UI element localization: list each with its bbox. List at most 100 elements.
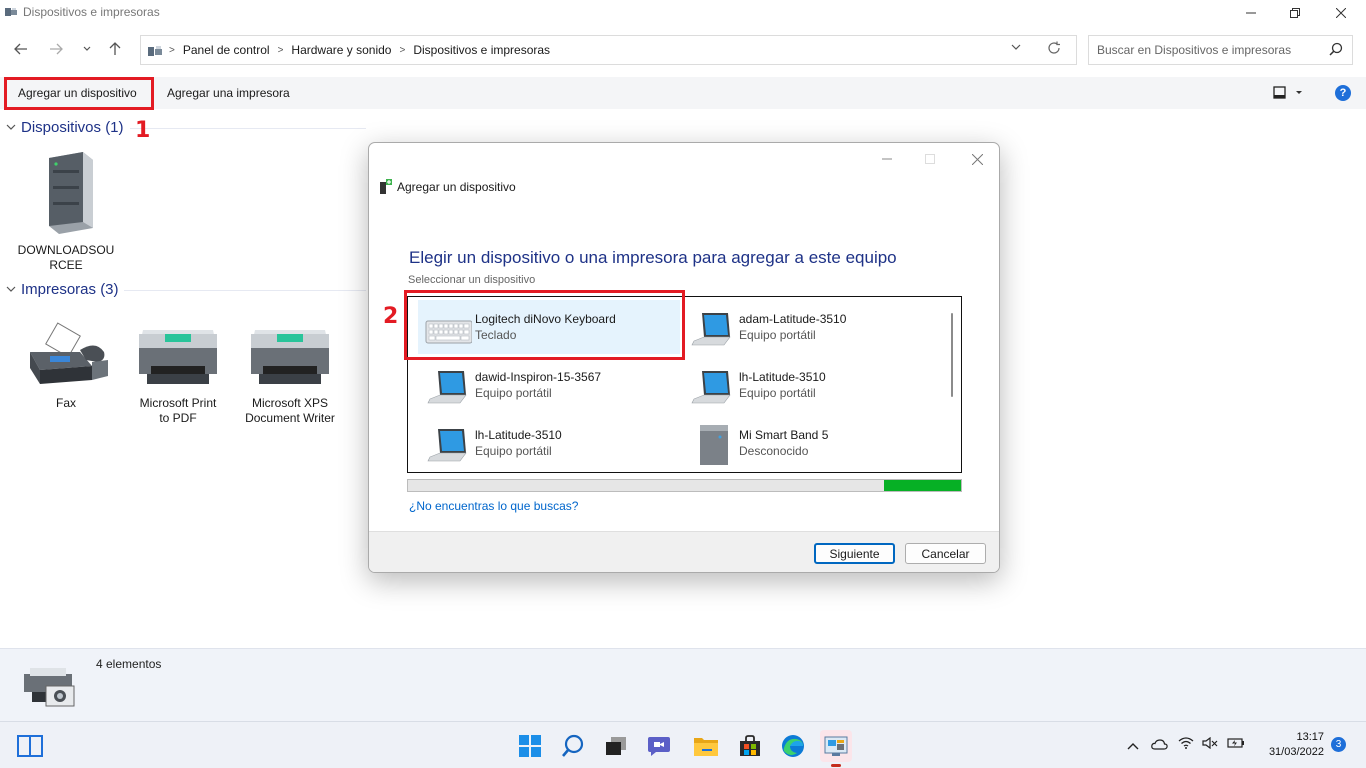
device-item-computer[interactable]: DOWNLOADSOU RCEE — [16, 150, 116, 273]
notification-badge[interactable]: 3 — [1331, 737, 1346, 752]
printer-label-line1: Fax — [55, 396, 76, 410]
chevron-down-icon — [1011, 44, 1021, 50]
printer-label-line1: Microsoft XPS — [251, 396, 329, 410]
dialog-footer: Siguiente Cancelar — [369, 531, 999, 572]
start-icon — [519, 735, 541, 757]
file-explorer-button[interactable] — [690, 730, 722, 762]
dialog-maximize-button[interactable] — [918, 149, 942, 169]
printer-item-xps-writer[interactable]: Microsoft XPS Document Writer — [240, 322, 340, 426]
back-arrow-icon — [14, 43, 27, 55]
printer-icon — [251, 330, 329, 384]
devices-group-header[interactable]: Dispositivos (1) — [6, 119, 124, 136]
chevron-down-icon — [6, 124, 16, 130]
list-scrollbar[interactable] — [951, 313, 953, 397]
group-divider — [130, 128, 366, 129]
breadcrumb-devices-printers[interactable]: Dispositivos e impresoras — [413, 43, 550, 57]
search-icon[interactable] — [1329, 42, 1343, 59]
address-history-button[interactable] — [1011, 42, 1021, 54]
printer-icon — [139, 330, 217, 384]
task-view-icon — [606, 737, 626, 755]
search-box[interactable] — [1088, 35, 1353, 65]
taskbar-layout-icon — [17, 735, 43, 757]
window-title: Dispositivos e impresoras — [23, 5, 160, 19]
dialog-close-button[interactable] — [965, 149, 989, 169]
search-icon — [562, 734, 584, 757]
forward-arrow-icon — [50, 43, 63, 55]
forward-button[interactable] — [45, 39, 67, 59]
view-options-icon — [1273, 86, 1302, 99]
chevron-up-icon — [1127, 743, 1139, 750]
command-bar: Agregar un dispositivo Agregar una impre… — [0, 77, 1366, 109]
chevron-down-icon — [6, 286, 16, 292]
store-button[interactable] — [734, 730, 766, 762]
printers-group-header[interactable]: Impresoras (3) — [6, 281, 119, 298]
device-type: Equipo portátil — [475, 386, 552, 400]
minimize-button[interactable] — [1228, 0, 1274, 26]
progress-fill — [883, 480, 961, 491]
battery-icon — [1227, 738, 1244, 748]
search-progress-bar — [407, 479, 962, 492]
item-count: 4 elementos — [96, 657, 162, 671]
dialog-title: Agregar un dispositivo — [397, 180, 516, 194]
printer-item-fax[interactable]: Fax — [16, 322, 116, 411]
minimize-icon — [882, 158, 892, 160]
wifi-button[interactable] — [1178, 736, 1194, 752]
breadcrumb-control-panel[interactable]: Panel de control — [183, 43, 270, 57]
list-item-lh-latitude[interactable]: lh-Latitude-3510 Equipo portátil — [682, 358, 944, 412]
printers-group-title: Impresoras (3) — [21, 281, 119, 298]
back-button[interactable] — [10, 39, 32, 59]
taskbar: 13:17 31/03/2022 3 — [0, 721, 1366, 768]
highlight-box-step1 — [4, 77, 154, 110]
onedrive-button[interactable] — [1151, 738, 1168, 753]
list-item-lh-latitude[interactable]: lh-Latitude-3510 Equipo portátil — [418, 416, 680, 470]
device-label: DOWNLOADSOU RCEE — [16, 243, 116, 273]
edge-button[interactable] — [777, 730, 809, 762]
control-panel-button[interactable] — [820, 730, 852, 762]
system-clock[interactable]: 13:17 31/03/2022 — [1256, 730, 1324, 760]
battery-button[interactable] — [1227, 737, 1245, 752]
device-name: Mi Smart Band 5 — [739, 428, 829, 442]
printer-item-print-to-pdf[interactable]: Microsoft Print to PDF — [128, 322, 228, 426]
printer-label-line2: to PDF — [159, 411, 197, 425]
printer-label-line1: Microsoft Print — [139, 396, 217, 410]
refresh-button[interactable] — [1047, 41, 1061, 59]
fax-icon — [30, 322, 108, 384]
device-type: Equipo portátil — [739, 386, 816, 400]
list-item-mi-smart-band[interactable]: Mi Smart Band 5 Desconocido — [682, 416, 944, 470]
help-button[interactable]: ? — [1335, 85, 1351, 101]
devices-printers-icon — [5, 8, 17, 16]
view-options-button[interactable] — [1273, 86, 1303, 100]
add-device-icon — [380, 179, 392, 194]
device-name: lh-Latitude-3510 — [739, 370, 826, 384]
show-desktop-button[interactable] — [14, 730, 46, 762]
task-view-button[interactable] — [600, 730, 632, 762]
list-item-adam-latitude[interactable]: adam-Latitude-3510 Equipo portátil — [682, 300, 944, 354]
address-bar[interactable]: > Panel de control > Hardware y sonido >… — [140, 35, 1077, 65]
recent-locations-button[interactable] — [76, 39, 98, 59]
not-found-link[interactable]: ¿No encuentras lo que buscas? — [409, 499, 578, 513]
list-item-dawid-inspiron[interactable]: dawid-Inspiron-15-3567 Equipo portátil — [418, 358, 680, 412]
cancel-button[interactable]: Cancelar — [905, 543, 986, 564]
restore-button[interactable] — [1272, 0, 1318, 26]
volume-button[interactable] — [1202, 736, 1218, 752]
close-button[interactable] — [1318, 0, 1364, 26]
up-arrow-icon — [109, 42, 121, 55]
next-button[interactable]: Siguiente — [814, 543, 895, 564]
up-button[interactable] — [104, 39, 126, 59]
taskbar-search-button[interactable] — [557, 730, 589, 762]
add-printer-button[interactable]: Agregar una impresora — [167, 86, 290, 100]
dialog-minimize-button[interactable] — [875, 149, 899, 169]
start-button[interactable] — [514, 730, 546, 762]
tray-overflow-button[interactable] — [1127, 738, 1139, 753]
printer-label: Microsoft Print to PDF — [128, 396, 228, 426]
search-input[interactable] — [1097, 43, 1317, 57]
breadcrumb-hardware-sound[interactable]: Hardware y sonido — [291, 43, 391, 57]
store-icon — [740, 735, 760, 756]
device-type: Equipo portátil — [475, 444, 552, 458]
chat-icon — [648, 737, 670, 756]
chat-button[interactable] — [643, 730, 675, 762]
dialog-title-bar: Agregar un dispositivo — [379, 179, 516, 195]
details-pane: 4 elementos — [0, 648, 1366, 721]
computer-tower-icon — [49, 152, 93, 234]
devices-group-title: Dispositivos (1) — [21, 119, 124, 136]
